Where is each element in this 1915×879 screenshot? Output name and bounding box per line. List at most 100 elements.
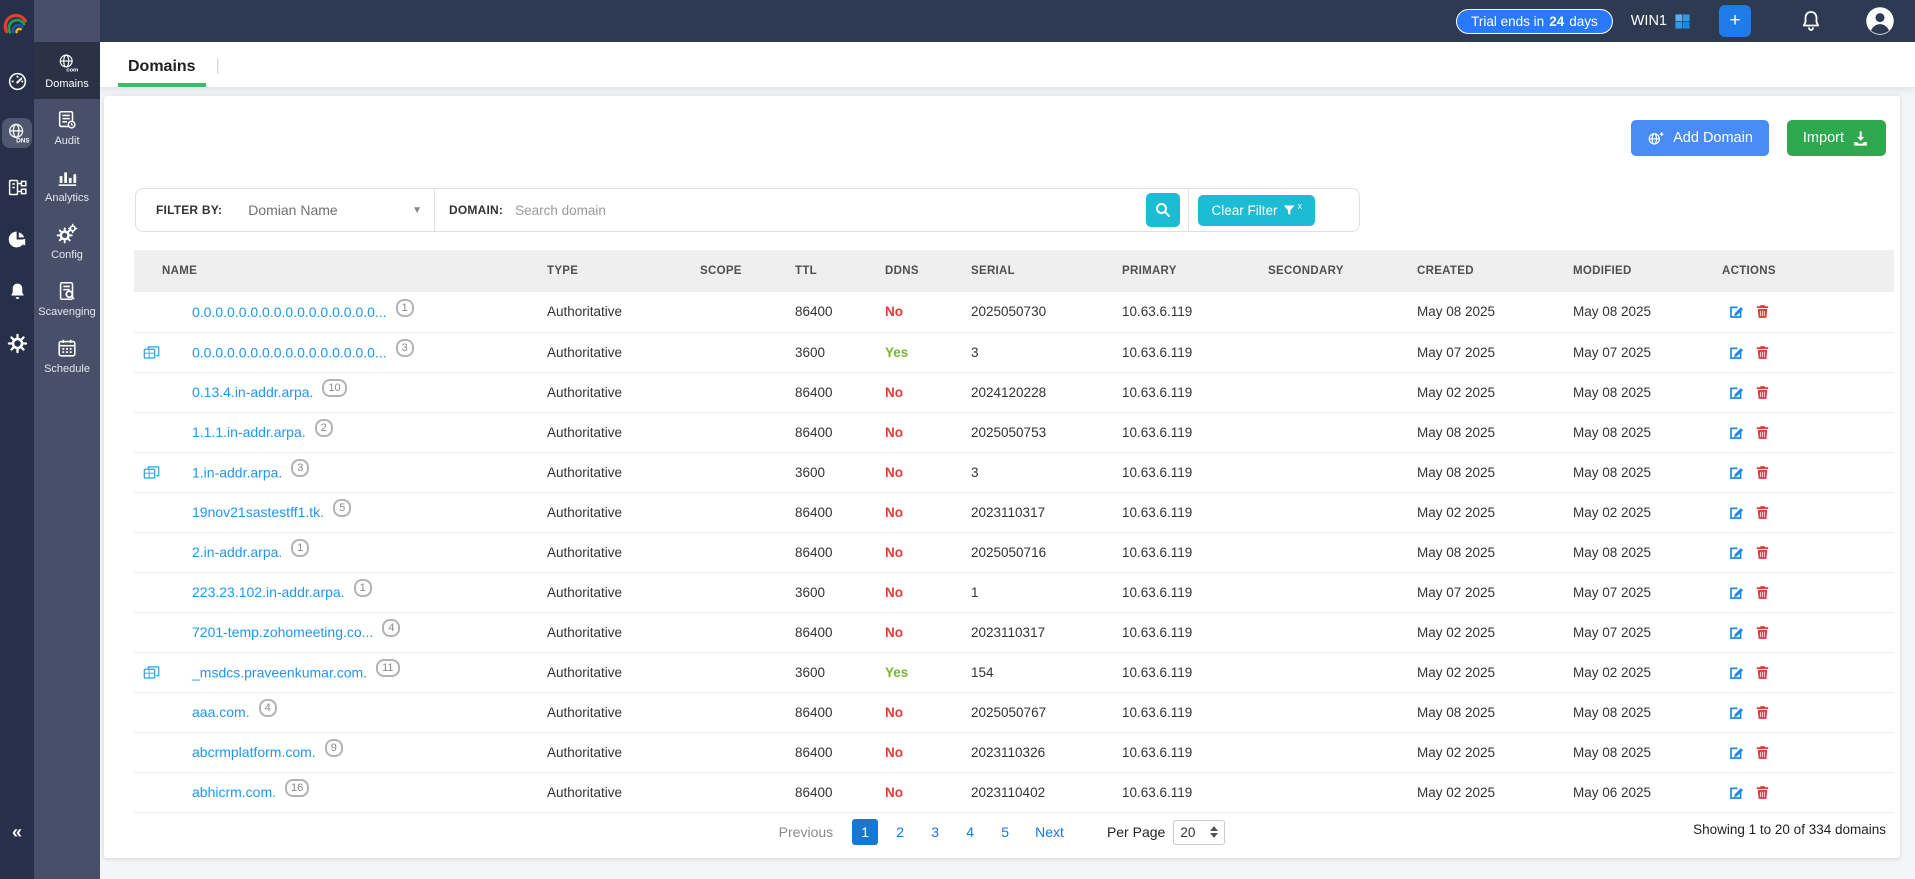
domain-link[interactable]: 7201-temp.zohomeeting.co... — [192, 624, 373, 640]
domain-search-input[interactable] — [515, 202, 1147, 218]
domains-table-body: 0.0.0.0.0.0.0.0.0.0.0.0.0.0.0.0... 1 Autho… — [134, 292, 1894, 813]
page-button-5[interactable]: 5 — [992, 819, 1018, 845]
created-cell: May 07 2025 — [1414, 572, 1570, 613]
sidebar-item-scavenging[interactable]: Scavenging — [34, 270, 100, 327]
trash-icon — [1756, 745, 1769, 759]
previous-page-button[interactable]: Previous — [779, 824, 833, 840]
domain-link[interactable]: aaa.com. — [192, 704, 250, 720]
add-domain-button[interactable]: Add Domain — [1631, 120, 1769, 156]
page-button-4[interactable]: 4 — [957, 819, 983, 845]
delete-domain-button[interactable] — [1754, 624, 1771, 641]
rail-item-alerts[interactable] — [4, 278, 30, 304]
edit-domain-button[interactable] — [1728, 544, 1745, 561]
domain-link[interactable]: 1.in-addr.arpa. — [192, 464, 282, 480]
page-button-3[interactable]: 3 — [922, 819, 948, 845]
ttl-cell: 86400 — [792, 772, 882, 813]
domain-link[interactable]: 223.23.102.in-addr.arpa. — [192, 584, 345, 600]
page-button-1[interactable]: 1 — [852, 819, 879, 845]
edit-domain-button[interactable] — [1728, 784, 1745, 801]
ddns-cell: No — [882, 692, 968, 733]
column-header-primary: PRIMARY — [1119, 250, 1265, 292]
edit-domain-button[interactable] — [1728, 303, 1745, 320]
table-row: 223.23.102.in-addr.arpa. 1 Authoritative 36… — [134, 572, 1894, 613]
filter-funnel-icon — [1283, 205, 1294, 215]
domain-link[interactable]: abcrmplatform.com. — [192, 744, 316, 760]
delete-domain-button[interactable] — [1754, 504, 1771, 521]
primary-rail: DNS « — [0, 0, 34, 879]
edit-domain-button[interactable] — [1728, 344, 1745, 361]
domain-link[interactable]: 19nov21sastestff1.tk. — [192, 504, 324, 520]
record-count-badge: 11 — [376, 659, 400, 677]
domain-link[interactable]: abhicrm.com. — [192, 784, 276, 800]
table-row: 0.13.4.in-addr.arpa. 10 Authoritative 86400… — [134, 372, 1894, 413]
delete-domain-button[interactable] — [1754, 303, 1771, 320]
trash-icon — [1756, 505, 1769, 519]
edit-domain-button[interactable] — [1728, 424, 1745, 441]
sidebar-item-analytics[interactable]: Analytics — [34, 156, 100, 213]
primary-cell: 10.63.6.119 — [1119, 772, 1265, 813]
quick-add-button[interactable]: + — [1719, 5, 1751, 37]
edit-domain-button[interactable] — [1728, 384, 1745, 401]
sidebar-item-label: Domains — [45, 78, 89, 90]
stepper-arrows-icon — [1210, 826, 1219, 838]
ddns-cell: No — [882, 492, 968, 533]
import-button[interactable]: Import — [1786, 120, 1886, 156]
edit-domain-button[interactable] — [1728, 744, 1745, 761]
notifications-bell-icon[interactable] — [1799, 9, 1823, 33]
serial-cell: 154 — [968, 652, 1119, 693]
delete-domain-button[interactable] — [1754, 424, 1771, 441]
edit-domain-button[interactable] — [1728, 704, 1745, 721]
serial-cell: 2023110402 — [968, 772, 1119, 813]
sidebar-item-audit[interactable]: Audit — [34, 99, 100, 156]
user-avatar[interactable] — [1865, 6, 1895, 36]
collapse-sidebar-button[interactable]: « — [0, 822, 34, 843]
scope-cell — [697, 412, 792, 453]
edit-domain-button[interactable] — [1728, 664, 1745, 681]
delete-domain-button[interactable] — [1754, 344, 1771, 361]
sidebar-item-domains[interactable]: com Domains — [34, 42, 100, 99]
clear-filter-x: x — [1297, 201, 1303, 211]
delete-domain-button[interactable] — [1754, 464, 1771, 481]
domain-link[interactable]: 1.1.1.in-addr.arpa. — [192, 424, 306, 440]
delete-domain-button[interactable] — [1754, 384, 1771, 401]
rail-item-dashboard[interactable] — [4, 68, 30, 94]
tab-domains[interactable]: Domains — [118, 48, 206, 87]
delete-domain-button[interactable] — [1754, 544, 1771, 561]
delete-domain-button[interactable] — [1754, 744, 1771, 761]
page-button-2[interactable]: 2 — [887, 819, 913, 845]
domain-link[interactable]: 0.13.4.in-addr.arpa. — [192, 384, 313, 400]
delete-domain-button[interactable] — [1754, 704, 1771, 721]
delete-domain-button[interactable] — [1754, 784, 1771, 801]
rail-item-settings[interactable] — [4, 330, 30, 356]
table-row: 0.0.0.0.0.0.0.0.0.0.0.0.0.0.0.0... 1 Autho… — [134, 292, 1894, 333]
delete-domain-button[interactable] — [1754, 664, 1771, 681]
table-header-row: NAME TYPE SCOPE TTL DDNS SERIAL PRIMARY … — [134, 250, 1894, 292]
edit-domain-button[interactable] — [1728, 584, 1745, 601]
per-page-select[interactable]: 20 — [1173, 819, 1226, 845]
domain-link[interactable]: 0.0.0.0.0.0.0.0.0.0.0.0.0.0.0.0... — [192, 304, 387, 320]
domain-link[interactable]: _msdcs.praveenkumar.com. — [192, 664, 367, 680]
secondary-cell — [1265, 292, 1414, 333]
rail-item-dns[interactable]: DNS — [2, 118, 32, 148]
clear-filter-button[interactable]: Clear Filter x — [1198, 194, 1315, 226]
edit-domain-button[interactable] — [1728, 504, 1745, 521]
rail-item-reports[interactable] — [4, 226, 30, 252]
next-page-button[interactable]: Next — [1035, 824, 1064, 840]
rail-item-network-topology[interactable] — [4, 174, 30, 200]
domain-link[interactable]: 2.in-addr.arpa. — [192, 544, 282, 560]
domain-link[interactable]: 0.0.0.0.0.0.0.0.0.0.0.0.0.0.0.0... — [192, 344, 387, 360]
search-button[interactable] — [1146, 193, 1181, 227]
pagination: Previous 1 2 3 4 5 Next Per Page 20 — [104, 815, 1900, 849]
edit-icon — [1730, 747, 1744, 759]
per-page-value: 20 — [1180, 824, 1196, 840]
sidebar-item-config[interactable]: Config — [34, 213, 100, 270]
sidebar-item-schedule[interactable]: Schedule — [34, 327, 100, 384]
trial-badge[interactable]: Trial ends in 24 days — [1456, 8, 1613, 34]
delete-domain-button[interactable] — [1754, 584, 1771, 601]
record-count-badge: 5 — [333, 499, 352, 517]
edit-icon — [1730, 387, 1744, 399]
edit-domain-button[interactable] — [1728, 624, 1745, 641]
filter-by-select[interactable]: Domian Name ▼ — [248, 202, 434, 218]
edit-domain-button[interactable] — [1728, 464, 1745, 481]
scope-cell — [697, 772, 792, 813]
